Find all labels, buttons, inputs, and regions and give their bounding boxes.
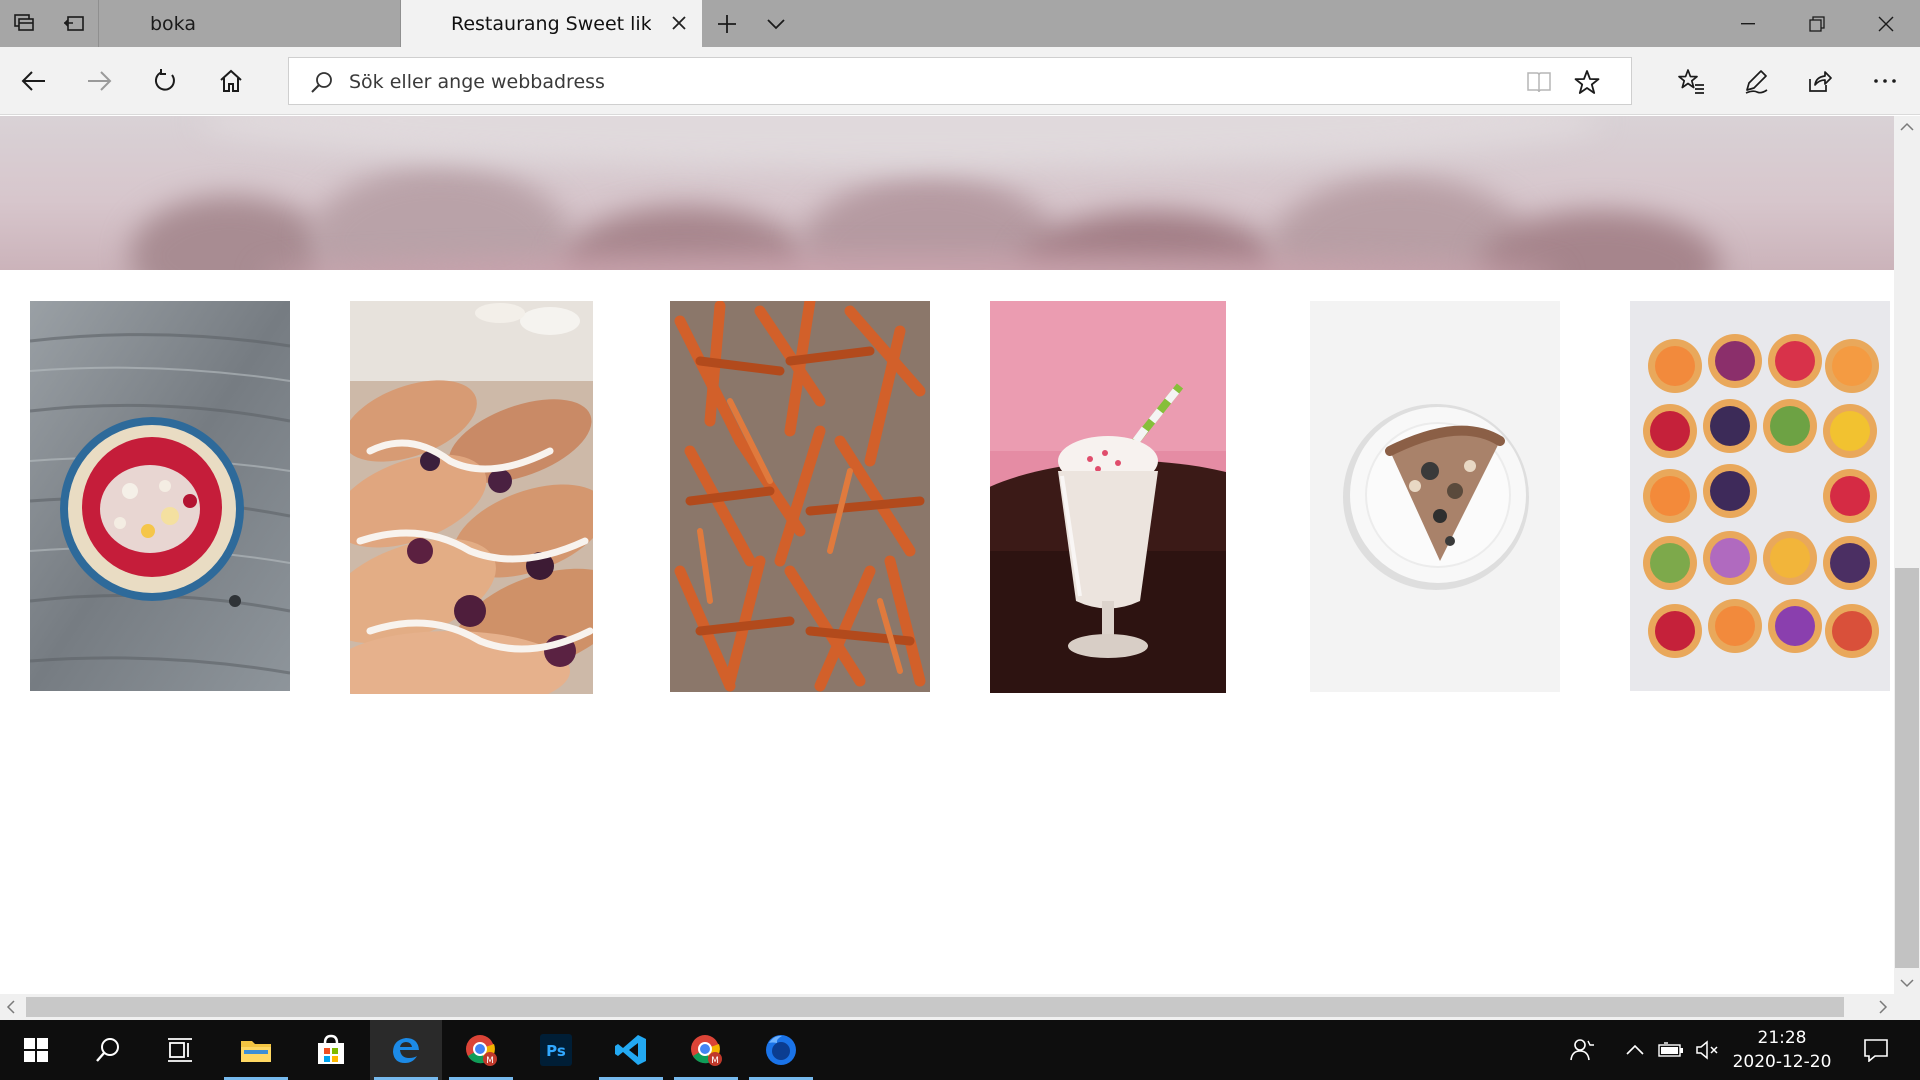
- svg-text:M: M: [711, 1056, 719, 1066]
- tab-bar: boka Restaurang Sweet like C: [0, 0, 1920, 47]
- search-icon[interactable]: [72, 1020, 144, 1080]
- vscode-icon[interactable]: [595, 1020, 667, 1080]
- back-arrow-icon[interactable]: [9, 57, 59, 105]
- minimize-icon[interactable]: [1713, 0, 1782, 47]
- tab-title: boka: [150, 12, 196, 35]
- more-icon[interactable]: [1860, 57, 1910, 105]
- scroll-right-icon: [1879, 1000, 1888, 1014]
- acai-bowl-image[interactable]: [30, 301, 290, 691]
- navigation-bar: [0, 47, 1920, 115]
- firefox-icon[interactable]: [745, 1020, 817, 1080]
- svg-text:Ps: Ps: [546, 1042, 566, 1060]
- plus-icon[interactable]: [702, 0, 751, 47]
- horizontal-scroll-thumb[interactable]: [26, 997, 1844, 1017]
- fruit-tarts-image[interactable]: [1630, 301, 1890, 691]
- scroll-down-icon: [1900, 979, 1914, 988]
- restore-icon[interactable]: [1782, 0, 1851, 47]
- clock-date: 2020-12-20: [1732, 1052, 1832, 1072]
- scroll-left-icon: [6, 1000, 15, 1014]
- address-bar[interactable]: [288, 57, 1632, 105]
- microsoft-store-icon[interactable]: [295, 1020, 367, 1080]
- vertical-scrollbar[interactable]: [1894, 116, 1920, 994]
- action-center-icon[interactable]: [1848, 1020, 1904, 1080]
- pizza-slice-image[interactable]: [1310, 301, 1560, 692]
- refresh-icon[interactable]: [140, 57, 190, 105]
- task-view-icon[interactable]: [144, 1020, 216, 1080]
- chrome-icon-2[interactable]: M: [670, 1020, 742, 1080]
- chevron-up-icon[interactable]: [1618, 1020, 1652, 1080]
- tab-title: Restaurang Sweet like C: [451, 12, 651, 35]
- tab-restaurang[interactable]: Restaurang Sweet like C: [401, 0, 702, 47]
- share-icon[interactable]: [1795, 57, 1845, 105]
- milkshake-image[interactable]: [990, 301, 1226, 693]
- favorites-hub-icon[interactable]: [1666, 57, 1716, 105]
- scroll-up-icon: [1900, 122, 1914, 131]
- people-icon[interactable]: [1558, 1020, 1606, 1080]
- clock-time: 21:28: [1757, 1028, 1807, 1048]
- tab-boka[interactable]: boka: [98, 0, 401, 47]
- star-icon[interactable]: [1571, 66, 1603, 98]
- hero-banner-image: [0, 116, 1894, 270]
- pastry-image[interactable]: [350, 301, 593, 694]
- set-aside-tabs-icon[interactable]: [49, 0, 98, 47]
- file-explorer-icon[interactable]: [220, 1020, 292, 1080]
- close-icon[interactable]: [1851, 0, 1920, 47]
- battery-icon[interactable]: [1654, 1020, 1688, 1080]
- close-tab-icon[interactable]: [668, 12, 690, 34]
- volume-muted-icon[interactable]: [1690, 1020, 1724, 1080]
- sweet-potato-fries-image[interactable]: [670, 301, 930, 692]
- home-icon[interactable]: [206, 57, 256, 105]
- reading-view-icon[interactable]: [1523, 66, 1555, 98]
- forward-arrow-icon[interactable]: [74, 57, 124, 105]
- address-input[interactable]: [347, 64, 1487, 100]
- search-icon: [309, 70, 335, 96]
- vertical-scroll-thumb[interactable]: [1895, 568, 1919, 968]
- edge-icon[interactable]: [370, 1020, 442, 1080]
- pen-icon[interactable]: [1731, 57, 1781, 105]
- scroll-corner: [1894, 994, 1920, 1020]
- svg-text:M: M: [486, 1056, 494, 1066]
- photoshop-icon[interactable]: Ps: [520, 1020, 592, 1080]
- tab-preview-icon[interactable]: [0, 0, 49, 47]
- taskbar: M Ps M 21:28 2020-12-20: [0, 1020, 1920, 1080]
- system-clock[interactable]: 21:28 2020-12-20: [1724, 1026, 1840, 1076]
- chevron-down-icon[interactable]: [751, 0, 800, 47]
- horizontal-scrollbar[interactable]: [0, 994, 1894, 1020]
- chrome-icon[interactable]: M: [445, 1020, 517, 1080]
- windows-start-icon[interactable]: [0, 1020, 72, 1080]
- page-viewport: [0, 116, 1894, 994]
